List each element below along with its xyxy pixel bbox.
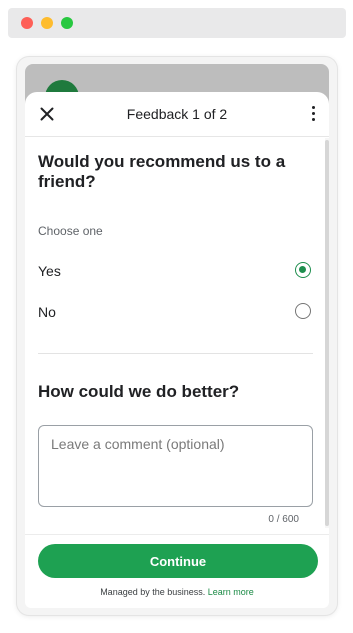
sheet-title: Feedback 1 of 2 [126,106,228,122]
sheet-header: Feedback 1 of 2 [25,92,329,137]
comment-textarea[interactable] [38,425,313,507]
option-no[interactable]: No [38,301,313,323]
option-no-label: No [38,304,56,320]
phone-frame: Feedback 1 of 2 Would you recommend us t… [17,57,337,615]
character-counter: 0 / 600 [268,514,299,525]
question-recommend: Would you recommend us to a friend? [38,152,286,191]
window-title-bar [8,8,346,38]
question-improve: How could we do better? [38,382,240,401]
managed-text: Managed by the business. [100,587,206,597]
footer-divider [25,534,329,535]
learn-more-link[interactable]: Learn more [208,587,254,597]
close-window-dot[interactable] [21,17,33,29]
feedback-sheet: Feedback 1 of 2 Would you recommend us t… [25,92,329,608]
radio-no[interactable] [295,303,311,319]
radio-yes[interactable] [295,262,311,278]
section-divider [38,353,313,354]
scrollbar-thumb[interactable] [325,140,329,526]
managed-notice: Managed by the business. Learn more [25,587,329,597]
option-yes-label: Yes [38,263,61,279]
continue-button[interactable]: Continue [38,544,318,578]
option-yes[interactable]: Yes [38,260,313,282]
more-vert-icon[interactable] [309,106,317,124]
minimize-window-dot[interactable] [41,17,53,29]
choose-one-hint: Choose one [38,224,103,238]
maximize-window-dot[interactable] [61,17,73,29]
